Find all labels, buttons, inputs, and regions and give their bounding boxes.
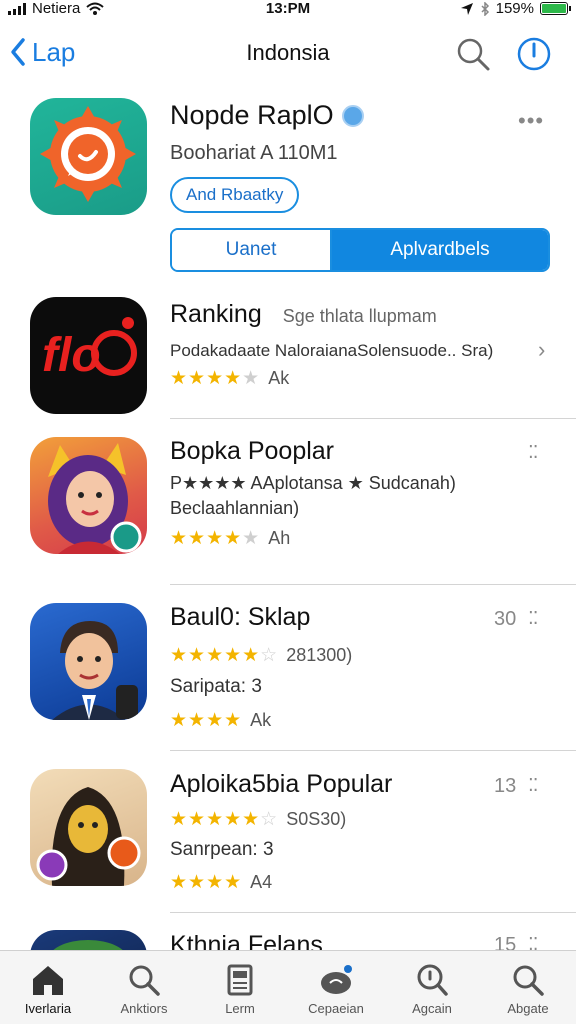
rating-text: A4 <box>250 872 273 892</box>
rating-count: S0S30) <box>286 809 347 829</box>
battery-percent: 159% <box>495 0 534 17</box>
rating-stars: ★★★★★☆ S0S30) <box>170 809 347 830</box>
segment-right[interactable]: Aplvardbels <box>332 230 548 270</box>
avatar-character-icon <box>36 787 141 886</box>
app-title: Aploika5bia Popular <box>170 770 393 798</box>
app-description-secondary: Beclaahlannian) <box>170 498 300 518</box>
chevron-right-icon[interactable]: › <box>538 337 545 363</box>
status-bar: Netiera 13:PM 159% <box>0 0 576 22</box>
app-title-suffix: Sge thlata llupmam <box>282 306 437 326</box>
battery-icon <box>540 2 571 15</box>
app-icon-ranking[interactable]: flo <box>30 297 147 414</box>
tab-home[interactable]: Iverlaria <box>0 951 96 1024</box>
tab-label: Iverlaria <box>24 1001 72 1016</box>
featured-title-text: Nopde RaplO <box>170 100 334 130</box>
featured-app-icon[interactable] <box>30 98 147 215</box>
tab-label: Anktiors <box>120 1001 168 1016</box>
tab-label: Cepaeian <box>308 1001 364 1016</box>
more-options-icon[interactable]: ⁚⁚ <box>528 442 539 463</box>
app-title: Ranking Sge thlata llupmam <box>170 300 437 329</box>
rating-stars: ★★★★★☆ 281300) <box>170 645 353 666</box>
cloud-icon <box>321 965 352 994</box>
featured-app-title: Nopde RaplO <box>170 100 364 131</box>
rating-text: Ah <box>268 528 291 548</box>
app-description: Saripata: 3 <box>170 676 262 697</box>
tab-document[interactable]: Lerm <box>192 951 288 1024</box>
tab-bar: Iverlaria Anktiors Lerm Cepaeian Agcain … <box>0 950 576 1024</box>
divider <box>170 418 576 419</box>
navigation-bar: Lap Indonsia <box>0 22 576 84</box>
bluetooth-icon <box>481 1 489 16</box>
app-description: P★★★★ AAplotansa ★ Sudcanah) <box>170 473 456 493</box>
tab-search-alt[interactable]: Agcain <box>384 951 480 1024</box>
flo-logo-icon: flo <box>42 317 137 382</box>
more-options-icon[interactable]: ⁚⁚ <box>528 775 539 796</box>
app-title: Bopka Pooplar <box>170 437 335 465</box>
app-description: Podakadaate NaloraianaSolensuode.. Sra) <box>170 341 494 360</box>
more-options-icon[interactable]: ••• <box>518 108 544 134</box>
segmented-control: Uanet Aplvardbels <box>170 228 550 272</box>
tab-update[interactable]: Abgate <box>480 951 576 1024</box>
more-options-icon[interactable]: ⁚⁚ <box>528 608 539 629</box>
featured-pill-button[interactable]: And Rbaatky <box>170 177 300 213</box>
app-count: 13 <box>494 775 517 797</box>
rating-count: 281300) <box>286 645 353 665</box>
avatar-girl-icon <box>48 443 142 554</box>
tab-label: Lerm <box>225 1001 255 1016</box>
featured-app-subtitle: Boohariat A 110M1 <box>170 142 338 164</box>
rating-stars: ★★★★ Ak <box>170 710 272 731</box>
location-icon <box>460 2 473 15</box>
rating-text: Ak <box>250 710 272 730</box>
app-title-text: Ranking <box>170 300 262 328</box>
avatar-man-icon <box>52 621 138 720</box>
power-button[interactable] <box>516 36 552 72</box>
tab-search[interactable]: Anktiors <box>96 951 192 1024</box>
segment-left[interactable]: Uanet <box>172 230 332 270</box>
power-icon <box>517 37 551 71</box>
app-count: 30 <box>494 608 517 630</box>
search-icon <box>457 38 490 71</box>
divider <box>170 912 576 913</box>
app-icon-bopka[interactable] <box>30 437 147 554</box>
search-icon <box>129 965 160 996</box>
chat-bubble-icon <box>40 106 136 202</box>
search-button[interactable] <box>455 36 491 72</box>
app-description: Sanrpean: 3 <box>170 839 274 860</box>
rating-stars: ★★★★★ Ak <box>170 368 290 389</box>
rating-stars: ★★★★★ Ah <box>170 528 291 549</box>
rating-text: Ak <box>268 368 290 388</box>
tab-cloud[interactable]: Cepaeian <box>288 951 384 1024</box>
divider <box>170 584 576 585</box>
search-icon <box>417 964 448 996</box>
app-title: Baul0: Sklap <box>170 603 311 631</box>
document-icon <box>227 964 253 996</box>
app-icon-aploika[interactable] <box>30 769 147 886</box>
tab-label: Abgate <box>507 1001 549 1016</box>
search-icon <box>513 965 544 996</box>
rating-stars: ★★★★ A4 <box>170 872 273 893</box>
app-icon-baulo[interactable] <box>30 603 147 720</box>
tab-label: Agcain <box>412 1001 452 1016</box>
divider <box>170 750 576 751</box>
home-icon <box>33 966 63 995</box>
verified-badge-icon <box>341 104 364 127</box>
